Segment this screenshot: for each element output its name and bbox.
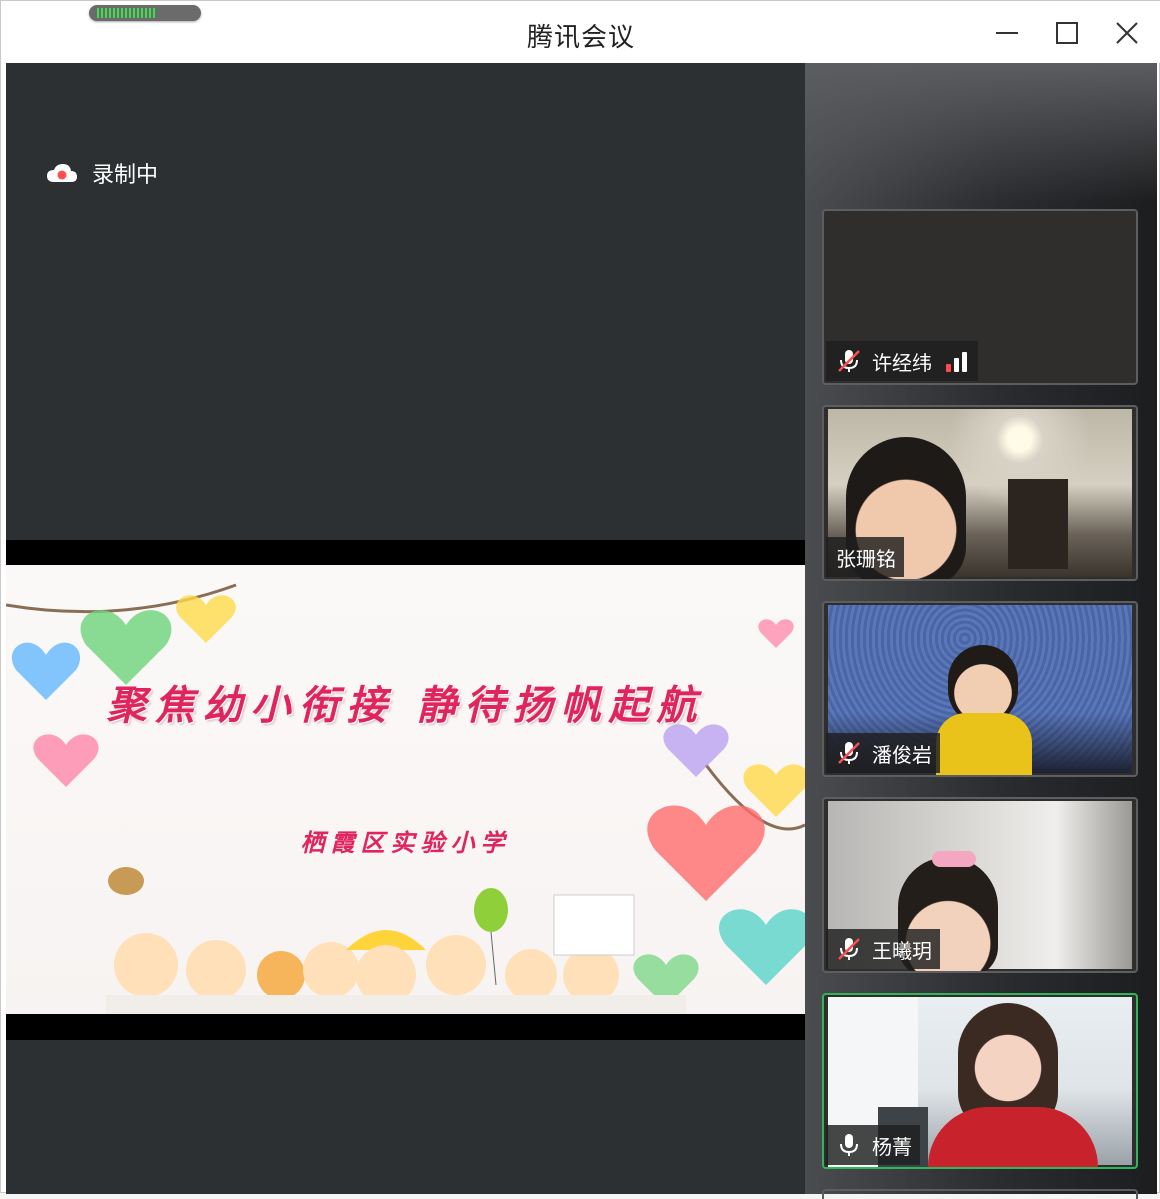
maximize-icon: [1056, 22, 1078, 44]
participant-nameplate: 王曦玥: [826, 929, 940, 969]
kids-illustration: [106, 894, 686, 1014]
participant-nameplate: 潘俊岩: [826, 733, 940, 773]
participant-tile[interactable]: 张珊铭: [822, 405, 1138, 581]
slide-subtitle: 栖霞区实验小学: [300, 828, 511, 857]
signal-strength-icon: [946, 350, 970, 372]
letterbox-bottom: [6, 1014, 805, 1040]
close-icon: [1116, 22, 1138, 44]
maximize-button[interactable]: [1047, 15, 1087, 51]
recording-indicator[interactable]: 录制中: [46, 157, 158, 189]
mic-on-icon[interactable]: [836, 1132, 862, 1158]
title-bar: 腾讯会议: [1, 1, 1160, 63]
mic-muted-icon[interactable]: [836, 936, 862, 962]
participant-tile-active-speaker[interactable]: 杨菁: [822, 993, 1138, 1169]
close-button[interactable]: [1107, 15, 1147, 51]
cloud-record-icon: [47, 164, 77, 182]
minimize-button[interactable]: [987, 15, 1027, 51]
letterbox-top: [6, 540, 805, 565]
participant-tile[interactable]: 潘俊岩: [822, 601, 1138, 777]
participant-name: 潘俊岩: [872, 742, 932, 767]
participant-name: 张珊铭: [836, 546, 896, 571]
participant-strip: 许经纬 张珊铭 潘俊岩 王曦玥 杨菁: [805, 63, 1157, 1199]
meeting-window: 腾讯会议 录制中 聚焦幼小衔接 静待扬帆起航 栖霞区实验小学 许经纬 张珊铭 潘…: [0, 0, 1160, 1199]
participant-tile-partial[interactable]: [822, 1189, 1138, 1199]
participant-name: 杨菁: [872, 1134, 912, 1159]
participant-nameplate: 杨菁: [826, 1125, 920, 1165]
minimize-icon: [996, 32, 1018, 34]
participant-name: 许经纬: [872, 350, 932, 375]
mic-muted-icon[interactable]: [836, 740, 862, 766]
shared-screen[interactable]: 聚焦幼小衔接 静待扬帆起航 栖霞区实验小学: [6, 565, 805, 1014]
mic-muted-icon[interactable]: [836, 348, 862, 374]
participant-name: 王曦玥: [872, 938, 932, 963]
slide-decoration: [6, 583, 805, 1014]
recording-label: 录制中: [92, 163, 159, 188]
participant-nameplate: 张珊铭: [826, 537, 904, 577]
participant-tile[interactable]: 许经纬: [822, 209, 1138, 385]
slide-title: 聚焦幼小衔接 静待扬帆起航: [106, 682, 705, 729]
main-stage: 录制中 聚焦幼小衔接 静待扬帆起航 栖霞区实验小学: [6, 63, 805, 1194]
participant-nameplate: 许经纬: [826, 341, 978, 381]
participant-tile[interactable]: 王曦玥: [822, 797, 1138, 973]
